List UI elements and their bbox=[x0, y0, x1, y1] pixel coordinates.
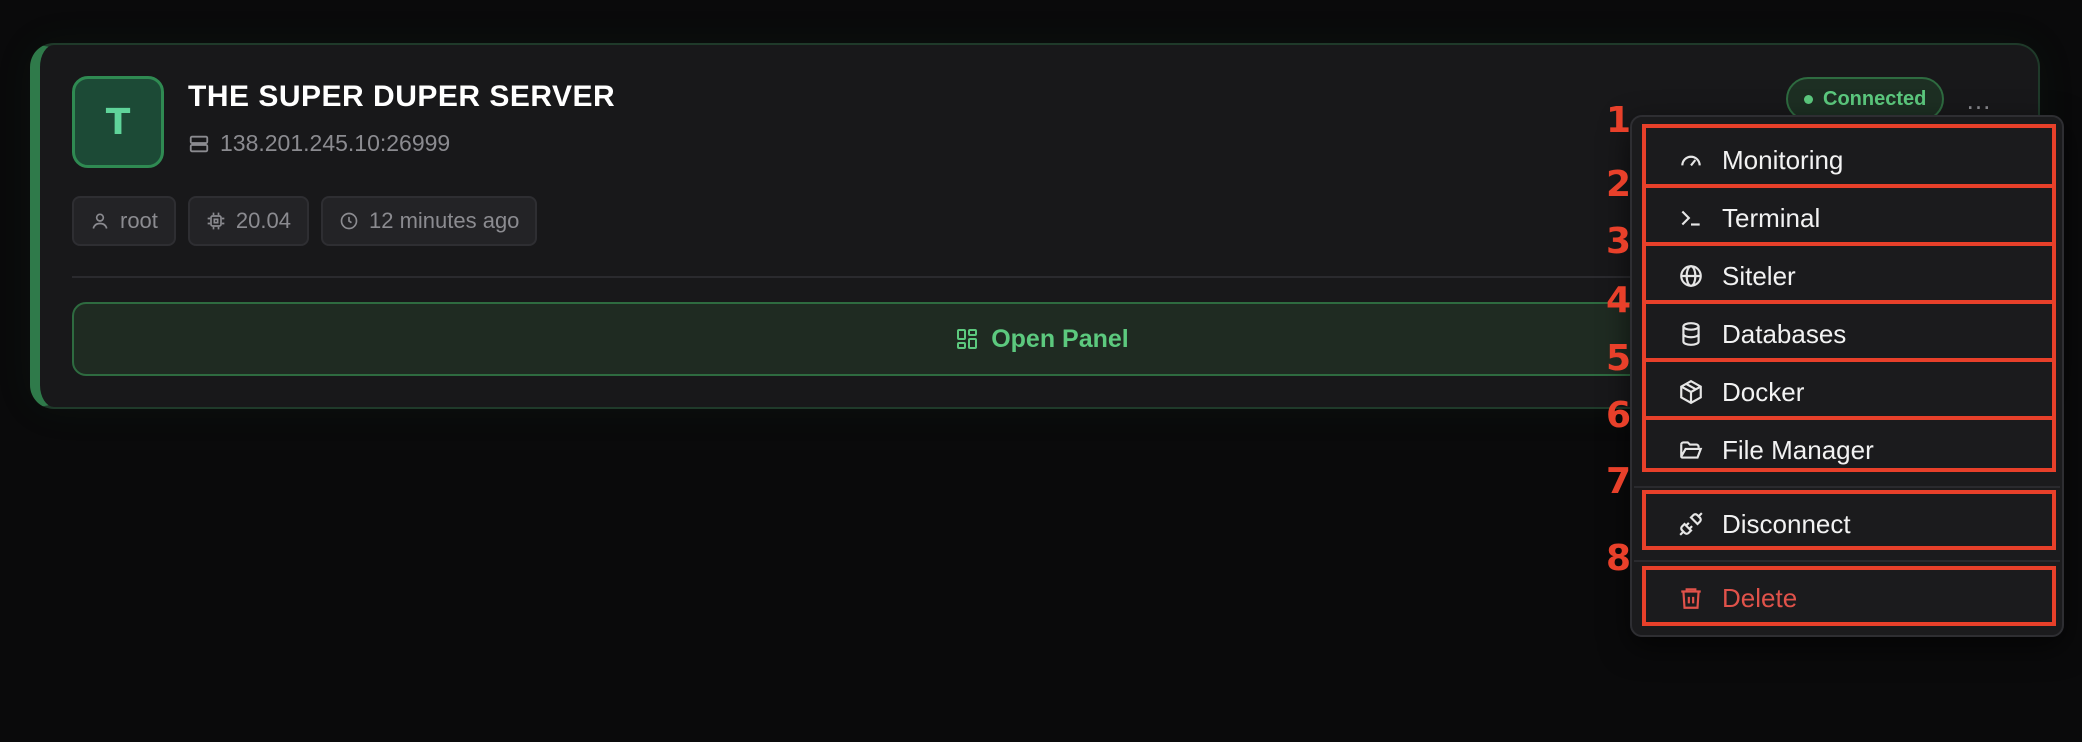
menu-item-terminal[interactable]: Terminal bbox=[1646, 190, 2056, 246]
dashboard-icon bbox=[957, 329, 978, 349]
status-label: Connected bbox=[1823, 87, 1927, 110]
menu-item-disconnect[interactable]: Disconnect bbox=[1646, 496, 2056, 552]
annotation-number-8: 8 bbox=[1606, 538, 1632, 579]
clock-icon bbox=[340, 212, 358, 230]
folder-icon bbox=[1680, 441, 1703, 459]
avatar-letter: T bbox=[105, 101, 131, 143]
menu-item-label: File Manager bbox=[1722, 434, 1874, 465]
user-chip: root bbox=[72, 196, 176, 246]
menu-item-file-manager[interactable]: File Manager bbox=[1646, 422, 2056, 478]
menu-separator bbox=[1634, 560, 2060, 562]
os-version-label: 20.04 bbox=[235, 208, 291, 233]
gauge-icon bbox=[1681, 155, 1701, 167]
menu-separator bbox=[1634, 486, 2060, 488]
menu-item-label: Terminal bbox=[1722, 202, 1821, 233]
terminal-icon bbox=[1681, 210, 1700, 226]
annotation-number-4: 4 bbox=[1606, 280, 1632, 321]
annotation-number-7: 7 bbox=[1606, 461, 1632, 502]
more-options-button[interactable]: ... bbox=[1962, 87, 1996, 114]
menu-item-delete[interactable]: Delete bbox=[1646, 570, 2056, 626]
os-version-chip: 20.04 bbox=[187, 196, 309, 246]
server-icon bbox=[189, 135, 209, 152]
server-meta-chips: root 20.04 12 minutes ago bbox=[72, 196, 538, 246]
server-name: THE SUPER DUPER SERVER bbox=[188, 80, 616, 113]
server-actions-menu: Monitoring Terminal Siteler Databases Do… bbox=[1630, 115, 2064, 637]
annotation-number-2: 2 bbox=[1606, 164, 1632, 205]
menu-item-label: Databases bbox=[1722, 318, 1847, 349]
globe-icon bbox=[1680, 265, 1702, 287]
annotation-number-6: 6 bbox=[1606, 395, 1632, 436]
container-icon bbox=[1680, 379, 1702, 405]
last-seen-label: 12 minutes ago bbox=[368, 208, 520, 233]
user-icon bbox=[92, 213, 108, 229]
server-address: 138.201.245.10:26999 bbox=[188, 130, 450, 157]
last-seen-chip: 12 minutes ago bbox=[320, 196, 538, 246]
trash-icon bbox=[1681, 588, 1701, 609]
menu-item-label: Delete bbox=[1722, 582, 1798, 613]
annotation-number-1: 1 bbox=[1606, 100, 1632, 141]
unplug-icon bbox=[1679, 512, 1703, 536]
menu-item-siteler[interactable]: Siteler bbox=[1646, 248, 2056, 304]
server-avatar: T bbox=[72, 76, 164, 168]
menu-item-databases[interactable]: Databases bbox=[1646, 306, 2056, 362]
menu-item-label: Siteler bbox=[1722, 260, 1796, 291]
status-dot bbox=[1804, 94, 1813, 104]
address-text: 138.201.245.10:26999 bbox=[220, 130, 451, 156]
user-label: root bbox=[120, 208, 158, 233]
annotation-number-3: 3 bbox=[1606, 221, 1632, 262]
database-icon bbox=[1682, 322, 1700, 346]
menu-item-docker[interactable]: Docker bbox=[1646, 364, 2056, 420]
annotation-number-5: 5 bbox=[1606, 338, 1632, 379]
open-panel-label: Open Panel bbox=[991, 324, 1129, 353]
more-icon: ... bbox=[1966, 85, 1992, 115]
menu-item-label: Disconnect bbox=[1722, 508, 1851, 539]
menu-item-label: Monitoring bbox=[1722, 144, 1844, 175]
cpu-icon bbox=[207, 212, 225, 230]
menu-item-label: Docker bbox=[1722, 376, 1805, 407]
menu-item-monitoring[interactable]: Monitoring bbox=[1646, 132, 2056, 188]
